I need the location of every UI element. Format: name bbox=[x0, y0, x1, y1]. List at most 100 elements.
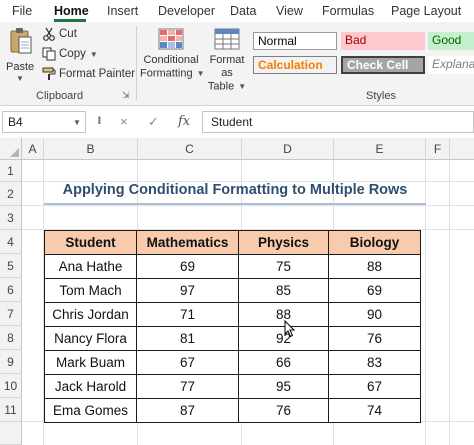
style-calculation[interactable]: Calculation bbox=[253, 56, 337, 74]
select-all-button[interactable] bbox=[0, 138, 22, 160]
insert-function-icon[interactable]: fx bbox=[178, 114, 190, 129]
copy-button[interactable]: Copy ▼ bbox=[42, 47, 98, 65]
table-cell[interactable]: Ema Gomes bbox=[44, 398, 137, 423]
table-cell[interactable]: Mark Buam bbox=[44, 350, 137, 375]
table-icon bbox=[214, 28, 240, 50]
row-header-1[interactable]: 1 bbox=[0, 160, 22, 182]
row-header-2[interactable]: 2 bbox=[0, 182, 22, 206]
column-header-c[interactable]: C bbox=[138, 138, 242, 160]
conditional-formatting-icon bbox=[158, 28, 184, 50]
table-cell[interactable]: 66 bbox=[238, 350, 329, 375]
table-cell[interactable]: 67 bbox=[328, 374, 421, 399]
dialog-launcher-icon[interactable]: ⇲ bbox=[122, 90, 130, 101]
table-cell[interactable]: 97 bbox=[136, 278, 239, 303]
table-cell[interactable]: 83 bbox=[328, 350, 421, 375]
column-header-d[interactable]: D bbox=[242, 138, 334, 160]
tab-insert[interactable]: Insert bbox=[107, 4, 138, 18]
tab-view[interactable]: View bbox=[276, 4, 303, 18]
format-painter-button[interactable]: Format Painter bbox=[42, 67, 135, 85]
data-table: Student Mathematics Physics Biology Ana … bbox=[44, 230, 421, 423]
table-cell[interactable]: Chris Jordan bbox=[44, 302, 137, 327]
header-cell-physics[interactable]: Physics bbox=[238, 230, 329, 255]
table-cell[interactable]: Ana Hathe bbox=[44, 254, 137, 279]
tab-file[interactable]: File bbox=[12, 4, 32, 18]
copy-label: Copy bbox=[59, 48, 86, 60]
row-header-10[interactable]: 10 bbox=[0, 374, 22, 398]
cut-label: Cut bbox=[59, 28, 77, 40]
sheet-title[interactable]: Applying Conditional Formatting to Multi… bbox=[44, 182, 426, 198]
row-header-3[interactable]: 3 bbox=[0, 206, 22, 230]
table-cell[interactable]: 95 bbox=[238, 374, 329, 399]
style-check-cell[interactable]: Check Cell bbox=[341, 56, 425, 74]
row-header-9[interactable]: 9 bbox=[0, 350, 22, 374]
table-cell[interactable]: 85 bbox=[238, 278, 329, 303]
table-cell[interactable]: Tom Mach bbox=[44, 278, 137, 303]
table-cell[interactable]: 69 bbox=[136, 254, 239, 279]
tab-data[interactable]: Data bbox=[230, 4, 256, 18]
enter-icon[interactable]: ✓ bbox=[148, 114, 159, 130]
chevron-down-icon[interactable]: ▼ bbox=[73, 118, 81, 127]
table-cell[interactable]: Nancy Flora bbox=[44, 326, 137, 351]
tab-home[interactable]: Home bbox=[54, 4, 89, 18]
header-cell-biology[interactable]: Biology bbox=[328, 230, 421, 255]
table-cell[interactable]: 71 bbox=[136, 302, 239, 327]
table-cell[interactable]: 88 bbox=[328, 254, 421, 279]
header-cell-mathematics[interactable]: Mathematics bbox=[136, 230, 239, 255]
chevron-down-icon: ▼ bbox=[238, 82, 247, 91]
mouse-cursor-icon bbox=[284, 320, 296, 338]
row-header-12 bbox=[0, 422, 22, 445]
paste-label: Paste bbox=[6, 61, 35, 73]
clipboard-icon bbox=[10, 28, 32, 54]
conditional-formatting-label-1: Conditional bbox=[143, 54, 199, 66]
row-header-8[interactable]: 8 bbox=[0, 326, 22, 350]
table-cell[interactable]: 87 bbox=[136, 398, 239, 423]
row-header-11[interactable]: 11 bbox=[0, 398, 22, 422]
row-header-7[interactable]: 7 bbox=[0, 302, 22, 326]
table-row: Tom Mach 97 85 69 bbox=[44, 278, 421, 303]
table-cell[interactable]: 77 bbox=[136, 374, 239, 399]
style-bad[interactable]: Bad bbox=[341, 32, 425, 50]
table-cell[interactable]: 75 bbox=[238, 254, 329, 279]
chevron-down-icon[interactable]: ▼ bbox=[16, 74, 24, 83]
table-cell[interactable]: 69 bbox=[328, 278, 421, 303]
ribbon: Paste ▼ Cut Copy ▼ Format Painter Clipboa… bbox=[0, 22, 474, 106]
table-row: Ema Gomes 87 76 74 bbox=[44, 398, 421, 423]
row-header-6[interactable]: 6 bbox=[0, 278, 22, 302]
conditional-formatting-button[interactable]: Conditional Formatting ▼ bbox=[140, 28, 205, 80]
formula-bar: B4 ▼ ••• × ✓ fx Student bbox=[0, 111, 474, 133]
formula-input[interactable]: Student bbox=[202, 111, 474, 133]
table-cell[interactable]: 67 bbox=[136, 350, 239, 375]
table-row: Jack Harold 77 95 67 bbox=[44, 374, 421, 399]
column-header-f[interactable]: F bbox=[426, 138, 450, 160]
table-row: Chris Jordan 71 88 90 bbox=[44, 302, 421, 327]
table-cell[interactable]: 90 bbox=[328, 302, 421, 327]
table-cell[interactable]: Jack Harold bbox=[44, 374, 137, 399]
column-header-e[interactable]: E bbox=[334, 138, 426, 160]
cancel-icon[interactable]: × bbox=[120, 114, 128, 129]
format-as-table-button[interactable]: Format as Table ▼ bbox=[204, 28, 250, 93]
tab-page-layout[interactable]: Page Layout bbox=[391, 4, 461, 18]
style-normal[interactable]: Normal bbox=[253, 32, 337, 50]
cut-button[interactable]: Cut bbox=[42, 27, 77, 45]
format-painter-label: Format Painter bbox=[59, 68, 136, 80]
table-cell[interactable]: 76 bbox=[328, 326, 421, 351]
chevron-down-icon[interactable]: ▼ bbox=[90, 50, 98, 59]
gridline bbox=[449, 160, 450, 445]
table-cell[interactable]: 76 bbox=[238, 398, 329, 423]
table-row: Nancy Flora 81 92 76 bbox=[44, 326, 421, 351]
style-explanatory[interactable]: Explanatory ... bbox=[428, 56, 474, 74]
tab-formulas[interactable]: Formulas bbox=[322, 4, 374, 18]
paste-button[interactable]: Paste ▼ bbox=[4, 27, 36, 83]
more-icon[interactable]: ••• bbox=[93, 116, 104, 124]
column-header-a[interactable]: A bbox=[22, 138, 44, 160]
paintbrush-icon bbox=[42, 67, 56, 80]
header-cell-student[interactable]: Student bbox=[44, 230, 137, 255]
column-header-b[interactable]: B bbox=[44, 138, 138, 160]
clipboard-group-label: Clipboard bbox=[36, 90, 84, 102]
style-good[interactable]: Good bbox=[428, 32, 474, 50]
row-header-5[interactable]: 5 bbox=[0, 254, 22, 278]
table-cell[interactable]: 81 bbox=[136, 326, 239, 351]
tab-developer[interactable]: Developer bbox=[158, 4, 215, 18]
row-header-4[interactable]: 4 bbox=[0, 230, 22, 254]
table-cell[interactable]: 74 bbox=[328, 398, 421, 423]
